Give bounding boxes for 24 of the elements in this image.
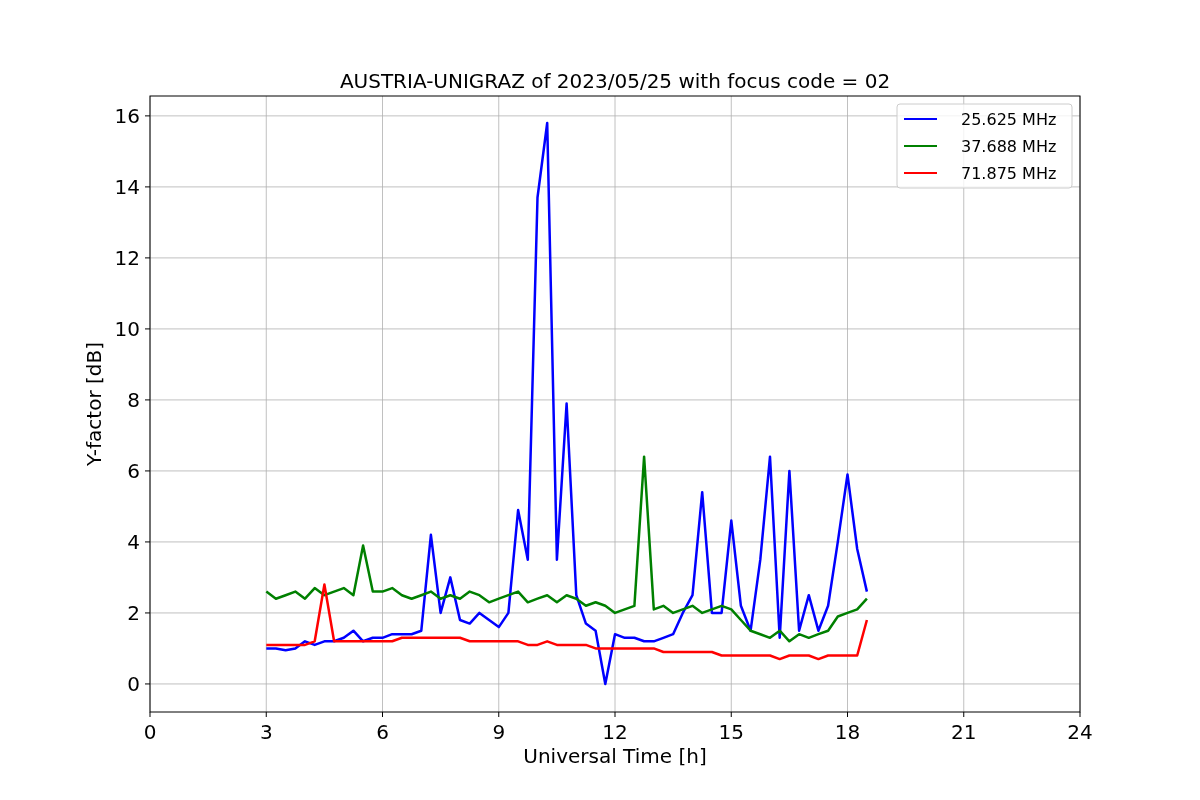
y-tick-label: 16 [114, 103, 140, 128]
x-tick-label: 15 [718, 720, 744, 744]
x-tick-label: 9 [492, 720, 506, 744]
x-tick-label: 3 [259, 720, 273, 744]
x-tick-label: 6 [376, 720, 389, 744]
x-tick-label: 21 [951, 720, 977, 744]
y-tick-label: 14 [114, 174, 140, 199]
y-tick-label: 12 [114, 245, 140, 270]
legend-label: 25.625 MHz [961, 110, 1057, 129]
y-tick-label: 4 [127, 529, 140, 554]
y-tick-label: 6 [127, 458, 140, 483]
y-tick-label: 2 [127, 600, 140, 625]
y-tick-label: 10 [114, 316, 140, 341]
y-tick-label: 0 [127, 671, 140, 696]
x-tick-label: 18 [834, 720, 861, 744]
x-tick-label: 0 [143, 720, 157, 744]
y-tick-label: 8 [127, 387, 140, 412]
x-tick-label: 24 [1067, 720, 1093, 744]
y-axis-label: Y-factor [dB] [82, 342, 106, 466]
legend-label: 37.688 MHz [961, 137, 1057, 156]
x-tick-label: 12 [602, 720, 628, 744]
x-axis-label: Universal Time [h] [523, 744, 707, 768]
legend-label: 71.875 MHz [961, 164, 1057, 183]
chart-title: AUSTRIA-UNIGRAZ of 2023/05/25 with focus code = 02 [339, 69, 891, 93]
